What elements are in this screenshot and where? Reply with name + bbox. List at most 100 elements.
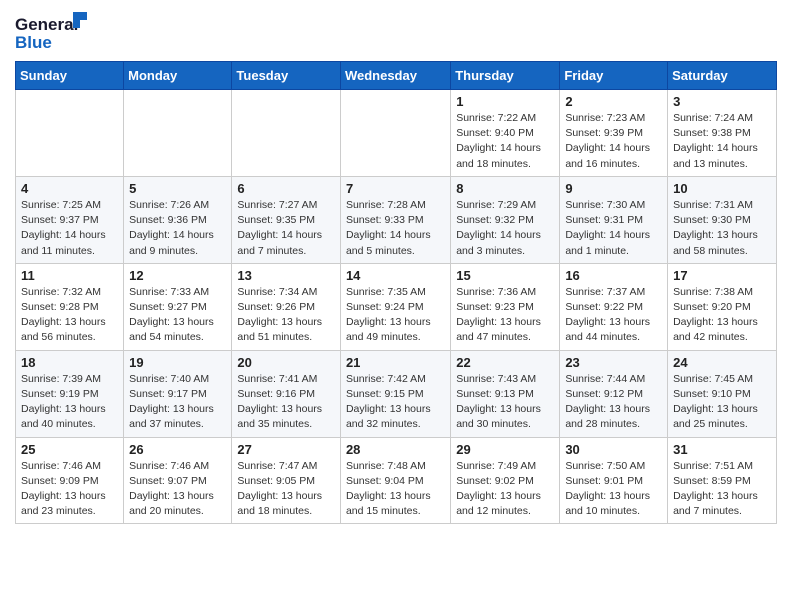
day-number: 7 bbox=[346, 181, 445, 196]
day-number: 5 bbox=[129, 181, 226, 196]
day-info: Sunrise: 7:46 AM Sunset: 9:07 PM Dayligh… bbox=[129, 459, 226, 520]
calendar-cell: 19 Sunrise: 7:40 AM Sunset: 9:17 PM Dayli… bbox=[124, 350, 232, 437]
calendar-cell: 27 Sunrise: 7:47 AM Sunset: 9:05 PM Dayli… bbox=[232, 437, 341, 524]
column-header-thursday: Thursday bbox=[451, 62, 560, 90]
column-header-tuesday: Tuesday bbox=[232, 62, 341, 90]
day-number: 12 bbox=[129, 268, 226, 283]
calendar-week-3: 11Sunrise: 7:32 AM Sunset: 9:28 PM Dayli… bbox=[16, 263, 777, 350]
day-info: Sunrise: 7:43 AM Sunset: 9:13 PM Dayligh… bbox=[456, 372, 554, 433]
calendar-week-2: 4 Sunrise: 7:25 AM Sunset: 9:37 PM Daylig… bbox=[16, 176, 777, 263]
day-info: Sunrise: 7:40 AM Sunset: 9:17 PM Dayligh… bbox=[129, 372, 226, 433]
day-info: Sunrise: 7:34 AM Sunset: 9:26 PM Dayligh… bbox=[237, 285, 335, 346]
day-number: 27 bbox=[237, 442, 335, 457]
logo: GeneralBlue bbox=[15, 10, 90, 55]
page-header: GeneralBlue bbox=[15, 10, 777, 55]
calendar-cell: 6 Sunrise: 7:27 AM Sunset: 9:35 PM Daylig… bbox=[232, 176, 341, 263]
day-info: Sunrise: 7:44 AM Sunset: 9:12 PM Dayligh… bbox=[565, 372, 662, 433]
day-number: 14 bbox=[346, 268, 445, 283]
calendar-week-4: 18Sunrise: 7:39 AM Sunset: 9:19 PM Dayli… bbox=[16, 350, 777, 437]
calendar-cell: 14Sunrise: 7:35 AM Sunset: 9:24 PM Dayli… bbox=[340, 263, 450, 350]
calendar-cell bbox=[232, 90, 341, 177]
calendar-cell bbox=[340, 90, 450, 177]
day-number: 31 bbox=[673, 442, 771, 457]
calendar-cell: 12 Sunrise: 7:33 AM Sunset: 9:27 PM Dayli… bbox=[124, 263, 232, 350]
day-info: Sunrise: 7:31 AM Sunset: 9:30 PM Dayligh… bbox=[673, 198, 771, 259]
svg-text:Blue: Blue bbox=[15, 33, 52, 52]
day-info: Sunrise: 7:41 AM Sunset: 9:16 PM Dayligh… bbox=[237, 372, 335, 433]
day-number: 17 bbox=[673, 268, 771, 283]
calendar-cell: 20 Sunrise: 7:41 AM Sunset: 9:16 PM Dayli… bbox=[232, 350, 341, 437]
logo-svg: GeneralBlue bbox=[15, 10, 90, 55]
calendar-week-1: 1 Sunrise: 7:22 AM Sunset: 9:40 PM Daylig… bbox=[16, 90, 777, 177]
svg-text:General: General bbox=[15, 15, 78, 34]
day-info: Sunrise: 7:36 AM Sunset: 9:23 PM Dayligh… bbox=[456, 285, 554, 346]
calendar-cell: 7 Sunrise: 7:28 AM Sunset: 9:33 PM Daylig… bbox=[340, 176, 450, 263]
calendar-cell: 15 Sunrise: 7:36 AM Sunset: 9:23 PM Dayli… bbox=[451, 263, 560, 350]
calendar-cell: 4 Sunrise: 7:25 AM Sunset: 9:37 PM Daylig… bbox=[16, 176, 124, 263]
day-info: Sunrise: 7:30 AM Sunset: 9:31 PM Dayligh… bbox=[565, 198, 662, 259]
calendar-cell: 30Sunrise: 7:50 AM Sunset: 9:01 PM Dayli… bbox=[560, 437, 668, 524]
day-info: Sunrise: 7:46 AM Sunset: 9:09 PM Dayligh… bbox=[21, 459, 118, 520]
day-number: 22 bbox=[456, 355, 554, 370]
calendar-cell: 17 Sunrise: 7:38 AM Sunset: 9:20 PM Dayli… bbox=[668, 263, 777, 350]
column-header-friday: Friday bbox=[560, 62, 668, 90]
calendar-cell: 21 Sunrise: 7:42 AM Sunset: 9:15 PM Dayli… bbox=[340, 350, 450, 437]
day-number: 20 bbox=[237, 355, 335, 370]
day-info: Sunrise: 7:22 AM Sunset: 9:40 PM Dayligh… bbox=[456, 111, 554, 172]
calendar-page: GeneralBlue SundayMondayTuesdayWednesday… bbox=[0, 0, 792, 534]
column-header-wednesday: Wednesday bbox=[340, 62, 450, 90]
day-number: 19 bbox=[129, 355, 226, 370]
day-number: 13 bbox=[237, 268, 335, 283]
day-number: 3 bbox=[673, 94, 771, 109]
day-number: 29 bbox=[456, 442, 554, 457]
day-info: Sunrise: 7:28 AM Sunset: 9:33 PM Dayligh… bbox=[346, 198, 445, 259]
calendar-week-5: 25Sunrise: 7:46 AM Sunset: 9:09 PM Dayli… bbox=[16, 437, 777, 524]
calendar-cell: 18Sunrise: 7:39 AM Sunset: 9:19 PM Dayli… bbox=[16, 350, 124, 437]
day-info: Sunrise: 7:24 AM Sunset: 9:38 PM Dayligh… bbox=[673, 111, 771, 172]
calendar-cell: 31 Sunrise: 7:51 AM Sunset: 8:59 PM Dayli… bbox=[668, 437, 777, 524]
calendar-cell: 24 Sunrise: 7:45 AM Sunset: 9:10 PM Dayli… bbox=[668, 350, 777, 437]
calendar-cell: 5 Sunrise: 7:26 AM Sunset: 9:36 PM Daylig… bbox=[124, 176, 232, 263]
calendar-cell: 16Sunrise: 7:37 AM Sunset: 9:22 PM Dayli… bbox=[560, 263, 668, 350]
day-info: Sunrise: 7:26 AM Sunset: 9:36 PM Dayligh… bbox=[129, 198, 226, 259]
column-header-saturday: Saturday bbox=[668, 62, 777, 90]
day-number: 4 bbox=[21, 181, 118, 196]
day-number: 9 bbox=[565, 181, 662, 196]
day-number: 28 bbox=[346, 442, 445, 457]
calendar-cell: 22 Sunrise: 7:43 AM Sunset: 9:13 PM Dayli… bbox=[451, 350, 560, 437]
day-number: 26 bbox=[129, 442, 226, 457]
day-number: 10 bbox=[673, 181, 771, 196]
day-number: 6 bbox=[237, 181, 335, 196]
calendar-cell: 10 Sunrise: 7:31 AM Sunset: 9:30 PM Dayli… bbox=[668, 176, 777, 263]
day-number: 15 bbox=[456, 268, 554, 283]
calendar-cell: 25Sunrise: 7:46 AM Sunset: 9:09 PM Dayli… bbox=[16, 437, 124, 524]
day-info: Sunrise: 7:25 AM Sunset: 9:37 PM Dayligh… bbox=[21, 198, 118, 259]
calendar-cell bbox=[16, 90, 124, 177]
day-number: 8 bbox=[456, 181, 554, 196]
day-number: 30 bbox=[565, 442, 662, 457]
day-info: Sunrise: 7:45 AM Sunset: 9:10 PM Dayligh… bbox=[673, 372, 771, 433]
calendar-cell: 13 Sunrise: 7:34 AM Sunset: 9:26 PM Dayli… bbox=[232, 263, 341, 350]
day-info: Sunrise: 7:29 AM Sunset: 9:32 PM Dayligh… bbox=[456, 198, 554, 259]
day-info: Sunrise: 7:27 AM Sunset: 9:35 PM Dayligh… bbox=[237, 198, 335, 259]
column-header-sunday: Sunday bbox=[16, 62, 124, 90]
calendar-cell: 3 Sunrise: 7:24 AM Sunset: 9:38 PM Daylig… bbox=[668, 90, 777, 177]
calendar-cell: 28 Sunrise: 7:48 AM Sunset: 9:04 PM Dayli… bbox=[340, 437, 450, 524]
calendar-cell: 2Sunrise: 7:23 AM Sunset: 9:39 PM Daylig… bbox=[560, 90, 668, 177]
day-info: Sunrise: 7:51 AM Sunset: 8:59 PM Dayligh… bbox=[673, 459, 771, 520]
day-info: Sunrise: 7:23 AM Sunset: 9:39 PM Dayligh… bbox=[565, 111, 662, 172]
day-info: Sunrise: 7:42 AM Sunset: 9:15 PM Dayligh… bbox=[346, 372, 445, 433]
day-number: 24 bbox=[673, 355, 771, 370]
column-header-monday: Monday bbox=[124, 62, 232, 90]
calendar-cell: 23Sunrise: 7:44 AM Sunset: 9:12 PM Dayli… bbox=[560, 350, 668, 437]
day-info: Sunrise: 7:47 AM Sunset: 9:05 PM Dayligh… bbox=[237, 459, 335, 520]
calendar-cell: 1 Sunrise: 7:22 AM Sunset: 9:40 PM Daylig… bbox=[451, 90, 560, 177]
day-info: Sunrise: 7:33 AM Sunset: 9:27 PM Dayligh… bbox=[129, 285, 226, 346]
day-info: Sunrise: 7:38 AM Sunset: 9:20 PM Dayligh… bbox=[673, 285, 771, 346]
calendar-table: SundayMondayTuesdayWednesdayThursdayFrid… bbox=[15, 61, 777, 524]
day-number: 18 bbox=[21, 355, 118, 370]
day-number: 1 bbox=[456, 94, 554, 109]
day-info: Sunrise: 7:49 AM Sunset: 9:02 PM Dayligh… bbox=[456, 459, 554, 520]
day-info: Sunrise: 7:48 AM Sunset: 9:04 PM Dayligh… bbox=[346, 459, 445, 520]
day-number: 21 bbox=[346, 355, 445, 370]
